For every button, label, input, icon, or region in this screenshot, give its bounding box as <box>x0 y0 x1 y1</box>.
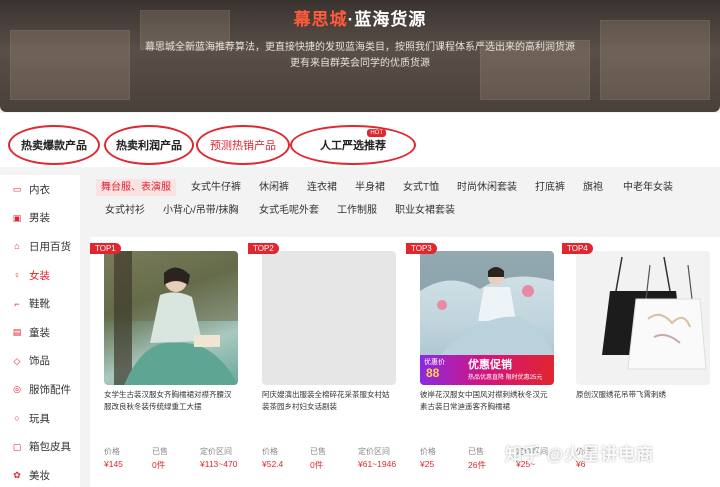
range-label: 定价区间 <box>358 447 390 456</box>
subcategory-filters: 舞台服、表演服 女式牛仔裤 休闲裤 连衣裙 半身裙 女式T恤 时尚休闲套装 打底… <box>90 175 720 225</box>
product-photo-hanfu-blue <box>420 251 554 355</box>
sidebar-item-luggage[interactable]: ▢ 箱包皮具 <box>0 432 80 461</box>
rank-badge: TOP1 <box>90 243 121 254</box>
filter-casual-set[interactable]: 时尚休闲套装 <box>452 179 522 196</box>
hot-badge: HOT <box>367 129 386 137</box>
sidebar-item-menswear[interactable]: ▣ 男装 <box>0 204 80 233</box>
product-card[interactable]: TOP2 阿庆嫂演出服装全棉碎花采茶服女村姑装茶园乡村妇女话剧装 价格 已售 定… <box>248 237 398 487</box>
product-card[interactable]: TOP1 女学生古装汉服女齐胸襦裙对襟齐腰汉服改良秋冬装传统绿重工大摆 价格 已… <box>90 237 240 487</box>
product-title: 彼岸花汉服女中国风对襟刺绣秋冬汉元素古装日常迪遥客齐胸襦裙 <box>420 390 548 411</box>
sidebar-item-beauty[interactable]: ✿ 美妆 <box>0 461 80 487</box>
filter-dress[interactable]: 连衣裙 <box>302 179 342 196</box>
product-type-tabs: 热卖爆款产品 热卖利润产品 预测热销产品 人工严选推荐 HOT <box>0 113 720 167</box>
banner-subtitle-line1: 幕思城全新蓝海推荐算法，更直接快捷的发现蓝海类目，按照我们课程体系严选出来的高利… <box>145 42 575 53</box>
filter-stage-costume[interactable]: 舞台服、表演服 <box>96 179 176 196</box>
sidebar-item-jewelry[interactable]: ◇ 饰品 <box>0 347 80 376</box>
sidebar-item-underwear[interactable]: ▭ 内衣 <box>0 175 80 204</box>
product-title: 女学生古装汉服女齐胸襦裙对襟齐腰汉服改良秋冬装传统绿重工大摆 <box>104 390 232 411</box>
product-photo-hanfu-seated <box>104 251 238 385</box>
sold-value: 26件 <box>468 460 486 470</box>
sidebar-item-daily-goods[interactable]: ⌂ 日用百货 <box>0 232 80 261</box>
category-sidebar: ▭ 内衣 ▣ 男装 ⌂ 日用百货 ♀ 女装 ⌐ 鞋靴 ▤ 童装 ◇ 饰品 ◎ 服饰配件 ○ 玩具 … <box>0 175 80 487</box>
tab-curated-picks[interactable]: 人工严选推荐 HOT <box>290 125 416 165</box>
hero-banner: 幕思城·蓝海货源 幕思城全新蓝海推荐算法，更直接快捷的发现蓝海类目，按照我们课程… <box>0 0 720 112</box>
rank-badge: TOP4 <box>562 243 593 254</box>
price-value: ¥25 <box>420 459 435 469</box>
product-image <box>104 251 238 385</box>
product-image-placeholder <box>262 251 396 385</box>
promo-banner: 优惠价 88 优惠促销 热品优惠直降 限时优惠25元 <box>420 355 554 385</box>
filter-qipao[interactable]: 旗袍 <box>578 179 608 196</box>
menswear-icon: ▣ <box>12 212 22 223</box>
banner-subtitle-line2: 更有来自群英会同学的优质货源 <box>290 58 430 69</box>
accessory-icon: ◎ <box>13 384 21 395</box>
rank-badge: TOP3 <box>406 243 437 254</box>
product-image: 优惠价 88 优惠促销 热品优惠直降 限时优惠25元 <box>420 251 554 385</box>
filter-business-skirt-suit[interactable]: 职业女裙套装 <box>390 202 460 219</box>
filter-womens-shirt[interactable]: 女式衬衫 <box>100 202 150 219</box>
filter-camisole[interactable]: 小背心/吊带/抹胸 <box>158 202 244 219</box>
product-image <box>576 251 710 385</box>
promo-note: 热品优惠直降 限时优惠25元 <box>468 375 543 381</box>
sidebar-item-toy[interactable]: ○ 玩具 <box>0 404 80 433</box>
product-photo-camisole <box>602 256 707 370</box>
watermark-text: 知乎 @火星讲电商 <box>505 445 655 464</box>
sold-label: 已售 <box>468 447 484 456</box>
rank-badge: TOP2 <box>248 243 279 254</box>
toy-icon: ○ <box>14 413 20 424</box>
price-value: ¥145 <box>104 459 123 469</box>
filter-work-uniform[interactable]: 工作制服 <box>332 202 382 219</box>
product-title: 阿庆嫂演出服装全棉碎花采茶服女村姑装茶园乡村妇女话剧装 <box>262 390 390 411</box>
range-value: ¥113~470 <box>200 459 238 469</box>
sidebar-item-shoes[interactable]: ⌐ 鞋靴 <box>0 289 80 318</box>
sold-label: 已售 <box>310 447 326 456</box>
jewelry-icon: ◇ <box>13 355 21 366</box>
price-label: 价格 <box>104 447 120 456</box>
sidebar-item-womenswear[interactable]: ♀ 女装 <box>0 261 80 290</box>
sold-value: 0件 <box>310 460 324 470</box>
kidswear-icon: ▤ <box>12 327 22 338</box>
range-label: 定价区间 <box>200 447 232 456</box>
tab-profit-products[interactable]: 热卖利润产品 <box>104 125 194 165</box>
underwear-icon: ▭ <box>12 184 22 195</box>
sidebar-item-accessory[interactable]: ◎ 服饰配件 <box>0 375 80 404</box>
womenswear-icon: ♀ <box>13 270 21 281</box>
banner-title: 幕思城·蓝海货源 <box>293 10 427 29</box>
tab-predicted-products[interactable]: 预测热销产品 <box>196 125 290 165</box>
price-value: ¥52.4 <box>262 459 284 469</box>
daily-goods-icon: ⌂ <box>14 241 20 252</box>
filter-womens-jeans[interactable]: 女式牛仔裤 <box>186 179 246 196</box>
filter-wool-coat[interactable]: 女式毛呢外套 <box>254 202 324 219</box>
filter-leggings[interactable]: 打底裤 <box>530 179 570 196</box>
beauty-icon: ✿ <box>13 470 21 481</box>
sold-label: 已售 <box>152 447 168 456</box>
promo-price: 88 <box>426 366 440 380</box>
filter-elderly-womenswear[interactable]: 中老年女装 <box>618 179 678 196</box>
price-label: 价格 <box>262 447 278 456</box>
tab-hot-products[interactable]: 热卖爆款产品 <box>8 125 100 165</box>
range-value: ¥61~1946 <box>358 459 397 469</box>
sidebar-item-kidswear[interactable]: ▤ 童装 <box>0 318 80 347</box>
shoes-icon: ⌐ <box>14 298 20 309</box>
sold-value: 0件 <box>152 460 166 470</box>
filter-casual-pants[interactable]: 休闲裤 <box>254 179 294 196</box>
filter-womens-tshirt[interactable]: 女式T恤 <box>398 179 444 196</box>
price-label: 价格 <box>420 447 436 456</box>
promo-headline: 优惠促销 <box>468 359 512 371</box>
filter-skirt[interactable]: 半身裙 <box>350 179 390 196</box>
product-title: 原创汉服绣花吊带飞霄刺绣 <box>576 390 666 399</box>
luggage-icon: ▢ <box>12 441 22 452</box>
